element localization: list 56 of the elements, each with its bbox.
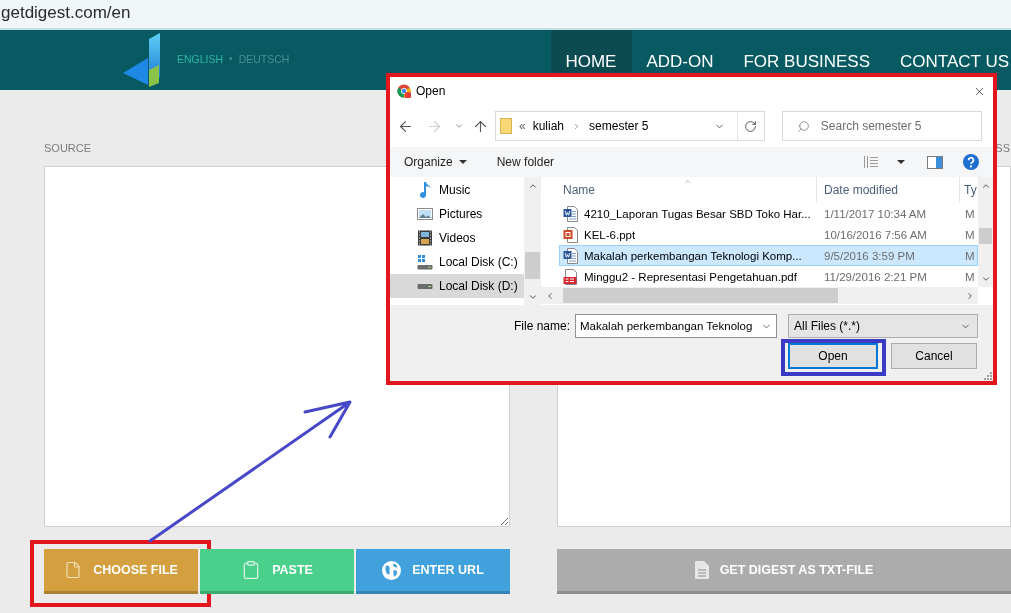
- file-name-input[interactable]: Makalah perkembangan Teknolog: [580, 315, 761, 337]
- address-bar[interactable]: getdigest.com/en: [0, 0, 1011, 30]
- refresh-icon[interactable]: [744, 119, 758, 133]
- caret-icon: [458, 160, 467, 164]
- resize-grip-icon[interactable]: [984, 372, 992, 380]
- path-bar[interactable]: « kuliah semester 5: [495, 111, 765, 141]
- file-name-combobox[interactable]: Makalah perkembangan Teknolog: [575, 314, 777, 338]
- scrollbar-thumb[interactable]: [563, 288, 838, 303]
- document-icon: [563, 247, 579, 264]
- document-icon: [563, 226, 579, 243]
- path-overflow[interactable]: «: [519, 119, 526, 133]
- drive-icon: [417, 254, 433, 270]
- file-type-dropdown[interactable]: All Files (*.*): [788, 314, 978, 338]
- cancel-button[interactable]: Cancel: [891, 343, 977, 369]
- scrollbar[interactable]: [541, 287, 978, 304]
- dialog-title: Open: [416, 84, 446, 98]
- search-field[interactable]: Search semester 5: [781, 111, 982, 141]
- file-row[interactable]: Makalah perkembangan Teknologi Komp... 9/5/2016 3:59 PM M: [559, 245, 978, 266]
- column-header[interactable]: Date modified: [817, 177, 960, 203]
- music-note-icon: [417, 182, 433, 198]
- film-icon: [418, 230, 432, 246]
- file-row[interactable]: Minggu2 - Representasi Pengetahuan.pdf 11/29/2016 2:21 PM M: [559, 266, 978, 287]
- folder-icon: [500, 118, 512, 134]
- breadcrumb-item[interactable]: kuliah: [532, 119, 565, 133]
- search-icon: [796, 119, 810, 133]
- scrollbar-thumb[interactable]: [979, 228, 992, 244]
- picture-icon: [417, 208, 433, 220]
- caret-icon[interactable]: [897, 160, 905, 164]
- globe-icon: [382, 560, 402, 580]
- file-icon: [64, 561, 83, 579]
- preview-pane-icon[interactable]: [927, 155, 943, 169]
- search-input[interactable]: Search semester 5: [820, 112, 981, 140]
- open-button[interactable]: Open: [788, 343, 878, 369]
- site-logo: [122, 33, 162, 87]
- drive-icon: [417, 283, 433, 289]
- toolbar-button[interactable]: New folder: [496, 155, 555, 169]
- nav-pane-item[interactable]: Local Disk (D:): [390, 274, 524, 298]
- scrollbar[interactable]: [524, 177, 541, 305]
- file-row[interactable]: KEL-6.ppt 10/16/2016 7:56 AM M: [559, 224, 978, 245]
- language-separator: •: [229, 53, 233, 64]
- scrollbar[interactable]: [978, 177, 993, 287]
- field-label: File name:: [513, 319, 570, 333]
- help-icon[interactable]: [963, 154, 979, 170]
- column-header[interactable]: Name: [559, 177, 817, 203]
- document-icon: [694, 561, 709, 579]
- scrollbar-thumb[interactable]: [525, 252, 540, 279]
- document-icon: [563, 268, 579, 285]
- column-header[interactable]: Ty: [960, 177, 978, 203]
- app-icon: [397, 84, 411, 98]
- document-icon: [563, 205, 579, 222]
- breadcrumb-item[interactable]: semester 5: [589, 119, 649, 133]
- toolbar-menu[interactable]: Organize: [404, 155, 467, 169]
- file-row[interactable]: 4210_Laporan Tugas Besar SBD Toko Har... 1/11/2017 10:34 AM M: [559, 203, 978, 224]
- panel-label: SOURCE: [44, 141, 92, 156]
- chevron-down-icon[interactable]: [454, 121, 464, 131]
- view-options-icon[interactable]: [864, 156, 878, 168]
